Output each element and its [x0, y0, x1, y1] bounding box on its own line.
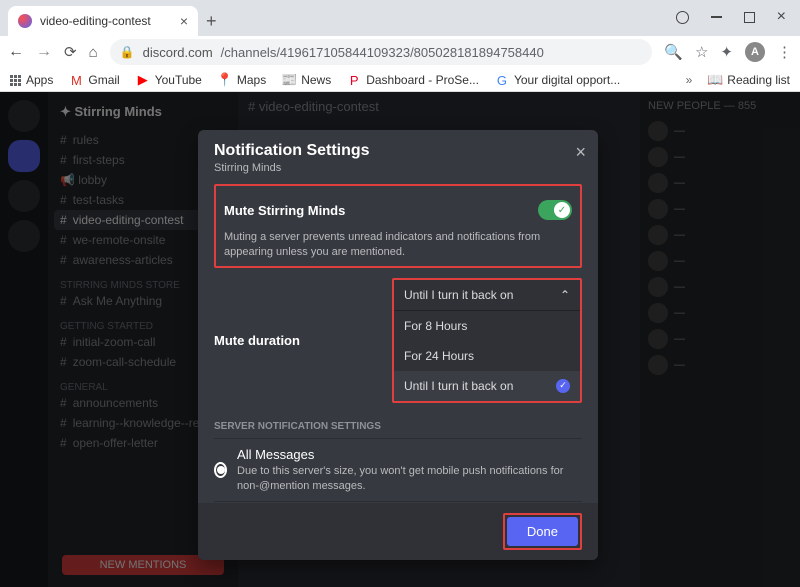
modal-header: Notification Settings Stirring Minds × — [198, 130, 598, 182]
home-button[interactable]: ⌂ — [89, 44, 98, 61]
browser-toolbar: ← → ⟳ ⌂ 🔒 discord.com/channels/419617105… — [0, 36, 800, 68]
url-path: /channels/419617105844109323/80502818189… — [221, 45, 544, 60]
modal-footer: Done — [198, 503, 598, 560]
discord-app: ✦ Stirring Minds # rules # first-steps 📢… — [0, 92, 800, 587]
mute-duration-row: Mute duration Until I turn it back on ⌃ … — [214, 268, 582, 407]
browser-tab[interactable]: video-editing-contest × — [8, 6, 198, 36]
extensions-icon[interactable]: ✦ — [720, 43, 733, 61]
lock-icon: 🔒 — [120, 45, 135, 59]
nav-back-button[interactable]: ← — [8, 43, 24, 61]
mute-server-description: Muting a server prevents unread indicato… — [224, 230, 572, 260]
option-until-back-on[interactable]: Until I turn it back on ✓ — [394, 371, 580, 401]
mute-duration-dropdown[interactable]: Until I turn it back on ⌃ — [394, 280, 580, 310]
bookmark-news[interactable]: 📰News — [282, 73, 331, 87]
radio-all-messages[interactable]: All Messages Due to this server's size, … — [214, 438, 582, 502]
dropdown-options: For 8 Hours For 24 Hours Until I turn it… — [394, 310, 580, 401]
bookmarks-overflow-icon[interactable]: » — [686, 73, 693, 87]
reading-list-button[interactable]: 📖Reading list — [708, 73, 790, 87]
minimize-icon[interactable] — [711, 16, 722, 18]
bookmark-gmail[interactable]: MGmail — [69, 73, 119, 87]
mute-server-highlight: Mute Stirring Minds ✓ Muting a server pr… — [214, 184, 582, 268]
modal-close-icon[interactable]: × — [575, 142, 586, 163]
bookmark-youtube[interactable]: ▶YouTube — [136, 73, 202, 87]
maximize-icon[interactable] — [744, 12, 755, 23]
url-host: discord.com — [143, 45, 213, 60]
option-8-hours[interactable]: For 8 Hours — [394, 311, 580, 341]
bookmarks-bar: Apps MGmail ▶YouTube 📍Maps 📰News PDashbo… — [0, 68, 800, 92]
window-controls: × — [676, 8, 800, 36]
profile-avatar[interactable]: A — [745, 42, 765, 62]
reload-button[interactable]: ⟳ — [64, 43, 77, 61]
zoom-icon[interactable]: 🔍 — [664, 43, 683, 61]
server-notification-section-label: SERVER NOTIFICATION SETTINGS — [214, 421, 582, 432]
discord-favicon — [18, 14, 32, 28]
bookmark-apps[interactable]: Apps — [10, 73, 53, 87]
option-24-hours[interactable]: For 24 Hours — [394, 341, 580, 371]
notification-settings-modal: Notification Settings Stirring Minds × M… — [198, 130, 598, 560]
done-button-highlight: Done — [503, 513, 582, 550]
selected-check-icon: ✓ — [556, 379, 570, 393]
mute-server-label: Mute Stirring Minds — [224, 203, 345, 218]
tab-close-icon[interactable]: × — [180, 13, 188, 29]
account-indicator-icon[interactable] — [676, 11, 689, 24]
chevron-up-icon: ⌃ — [560, 288, 570, 302]
bookmark-digital[interactable]: GYour digital opport... — [495, 73, 620, 87]
titlebar: video-editing-contest × + × — [0, 0, 800, 36]
radio-icon — [214, 462, 227, 478]
radio-all-description: Due to this server's size, you won't get… — [237, 464, 582, 494]
bookmark-dashboard[interactable]: PDashboard - ProSe... — [347, 73, 479, 87]
nav-forward-button[interactable]: → — [36, 43, 52, 61]
tab-title: video-editing-contest — [40, 14, 151, 28]
dropdown-selected-value: Until I turn it back on — [404, 288, 513, 302]
new-tab-button[interactable]: + — [206, 11, 217, 32]
bookmark-maps[interactable]: 📍Maps — [218, 73, 266, 87]
modal-body: Mute Stirring Minds ✓ Muting a server pr… — [198, 182, 598, 503]
modal-title: Notification Settings — [214, 142, 582, 160]
mute-toggle[interactable]: ✓ — [538, 200, 572, 220]
bookmark-star-icon[interactable]: ☆ — [695, 43, 708, 61]
address-bar[interactable]: 🔒 discord.com/channels/41961710584410932… — [110, 39, 653, 65]
mute-duration-label: Mute duration — [214, 333, 300, 348]
radio-all-label: All Messages — [237, 447, 582, 462]
browser-menu-icon[interactable]: ⋮ — [777, 43, 792, 61]
browser-chrome: video-editing-contest × + × ← → ⟳ ⌂ 🔒 di… — [0, 0, 800, 92]
window-close-icon[interactable]: × — [777, 8, 786, 26]
modal-subtitle: Stirring Minds — [214, 162, 582, 174]
mute-duration-highlight: Until I turn it back on ⌃ For 8 Hours Fo… — [392, 278, 582, 403]
done-button[interactable]: Done — [507, 517, 578, 546]
